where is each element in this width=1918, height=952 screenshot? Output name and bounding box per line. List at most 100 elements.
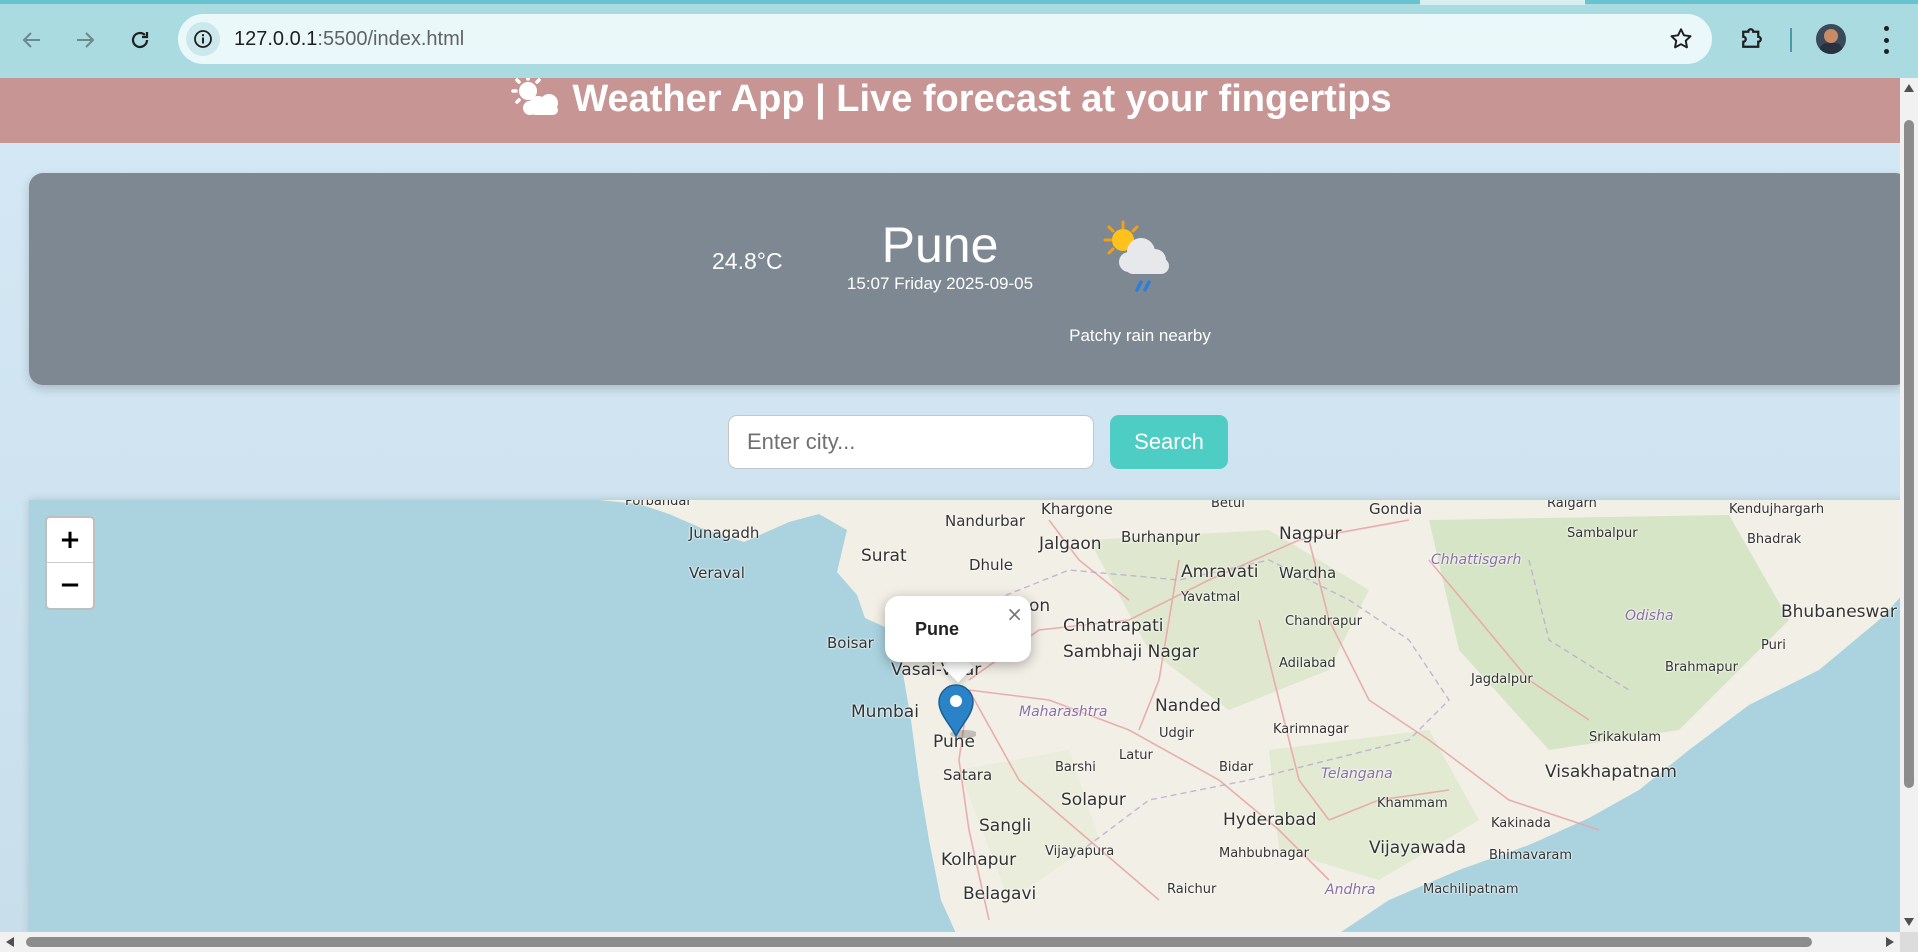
map-label: Raigarh <box>1547 500 1597 511</box>
map-label: Betul <box>1211 500 1245 511</box>
forward-arrow-icon[interactable] <box>67 22 103 58</box>
map-label: Bhimavaram <box>1489 848 1573 863</box>
map-label: Raichur <box>1167 882 1217 897</box>
menu-dots-icon[interactable] <box>1876 26 1896 54</box>
map-label: Karimnagar <box>1273 722 1349 737</box>
url-host: 127.0.0.1 <box>234 28 318 50</box>
map-label: Bidar <box>1219 760 1254 775</box>
map-label: Adilabad <box>1279 656 1336 671</box>
tab-gap <box>1420 0 1585 5</box>
map-label: Kolhapur <box>941 850 1017 870</box>
city-search-input[interactable] <box>728 415 1094 469</box>
map-label: Belagavi <box>963 884 1037 904</box>
address-bar[interactable]: 127.0.0.1:5500/index.html <box>178 14 1712 64</box>
toolbar-divider <box>1790 28 1792 52</box>
horizontal-scroll-thumb[interactable] <box>26 937 1812 947</box>
search-button[interactable]: Search <box>1110 415 1228 469</box>
map-label: Yavatmal <box>1181 590 1241 605</box>
map-label: Vijayawada <box>1369 838 1467 858</box>
map-popup: Pune × <box>885 596 1031 662</box>
zoom-out-button[interactable]: − <box>47 563 93 607</box>
map-label: Amravati <box>1181 562 1259 582</box>
map-label: Machilipatnam <box>1423 882 1519 897</box>
patchy-rain-icon <box>1095 218 1181 309</box>
map-pin-icon[interactable] <box>936 682 978 743</box>
map-label: Brahmapur <box>1665 660 1738 675</box>
tab-strip <box>0 0 1918 4</box>
map-label: Barshi <box>1055 760 1096 775</box>
reload-icon[interactable] <box>122 22 158 58</box>
header-inner: Weather App | Live forecast at your fing… <box>0 78 1900 120</box>
map-label: Visakhapatnam <box>1545 762 1677 782</box>
map-label: Nandurbar <box>945 512 1025 530</box>
vertical-scroll-thumb[interactable] <box>1904 120 1914 788</box>
sun-behind-cloud-icon <box>508 78 562 124</box>
temperature-value: 24.8°C <box>712 248 783 274</box>
map-label: Sambalpur <box>1567 526 1638 541</box>
map-label: Gondia <box>1369 500 1423 518</box>
map-label: Vijayapura <box>1045 844 1115 859</box>
map-label: Latur <box>1119 748 1153 763</box>
map-label: Burhanpur <box>1121 528 1201 546</box>
app-header: Weather App | Live forecast at your fing… <box>0 78 1900 143</box>
bookmark-star-icon[interactable] <box>1668 26 1694 57</box>
extensions-puzzle-icon[interactable] <box>1737 22 1767 59</box>
map-label: Dhule <box>969 556 1013 574</box>
date-time: 15:07 Friday 2025-09-05 <box>846 274 1034 293</box>
map-label: Jagdalpur <box>1471 672 1533 687</box>
scroll-left-arrow-icon[interactable] <box>6 937 14 947</box>
map-label: Kakinada <box>1491 816 1551 831</box>
horizontal-scrollbar[interactable] <box>0 932 1900 952</box>
map-label: Nanded <box>1155 696 1221 716</box>
map-label: Surat <box>861 546 907 566</box>
map-label: Odisha <box>1625 608 1674 624</box>
site-info-icon[interactable] <box>186 22 220 56</box>
map-label: Junagadh <box>689 524 760 542</box>
scroll-right-arrow-icon[interactable] <box>1886 937 1894 947</box>
zoom-control: + − <box>45 516 95 610</box>
scrollbar-corner <box>1900 932 1918 952</box>
map-label: Boisar <box>827 634 874 652</box>
scroll-down-arrow-icon[interactable] <box>1904 918 1914 926</box>
page-viewport: Weather App | Live forecast at your fing… <box>0 78 1900 932</box>
map-view[interactable]: Porbandar Junagadh Veraval Surat Nandurb… <box>29 500 1900 932</box>
avatar-face <box>1824 29 1838 43</box>
map-label: Solapur <box>1061 790 1126 810</box>
map-label: Mahbubnagar <box>1219 846 1309 861</box>
map-label: Chhatrapati <box>1063 616 1164 636</box>
map-label: Sangli <box>979 816 1032 836</box>
popup-city: Pune <box>915 619 960 639</box>
map-label: Maharashtra <box>1019 704 1108 720</box>
map-label: Kendujhargarh <box>1729 502 1825 517</box>
scroll-up-arrow-icon[interactable] <box>1904 84 1914 92</box>
map-label: Mumbai <box>851 702 919 722</box>
map-label: Sambhaji Nagar <box>1063 642 1199 662</box>
back-arrow-icon[interactable] <box>14 22 50 58</box>
avatar-body <box>1820 43 1842 54</box>
map-label: Nagpur <box>1279 524 1342 544</box>
map-label: Khargone <box>1041 500 1113 518</box>
map-label: Satara <box>943 766 993 784</box>
popup-close-button[interactable]: × <box>1006 602 1023 626</box>
profile-avatar[interactable] <box>1816 24 1846 54</box>
address-url[interactable]: 127.0.0.1:5500/index.html <box>234 28 464 51</box>
city-name: Pune <box>881 217 999 273</box>
map-label: Telangana <box>1321 766 1393 782</box>
map-label: Udgir <box>1159 726 1194 741</box>
zoom-in-button[interactable]: + <box>47 518 93 563</box>
map-label: Veraval <box>689 564 745 582</box>
map-label: Andhra <box>1325 882 1376 898</box>
map-label: Chandrapur <box>1285 614 1362 629</box>
map-label: Bhadrak <box>1747 532 1802 547</box>
map-label: Srikakulam <box>1589 730 1662 745</box>
map-label: Puri <box>1761 638 1786 653</box>
vertical-scrollbar[interactable] <box>1900 78 1918 932</box>
url-path: :5500/index.html <box>317 28 465 50</box>
map-label: on <box>1029 596 1051 616</box>
browser-toolbar: 127.0.0.1:5500/index.html <box>0 0 1918 78</box>
map-label: Porbandar <box>625 500 692 509</box>
map-label: Bhubaneswar <box>1781 602 1897 622</box>
map-label: Khammam <box>1377 796 1448 811</box>
map-label: Hyderabad <box>1223 810 1317 830</box>
page-title: Weather App | Live forecast at your fing… <box>572 78 1392 120</box>
